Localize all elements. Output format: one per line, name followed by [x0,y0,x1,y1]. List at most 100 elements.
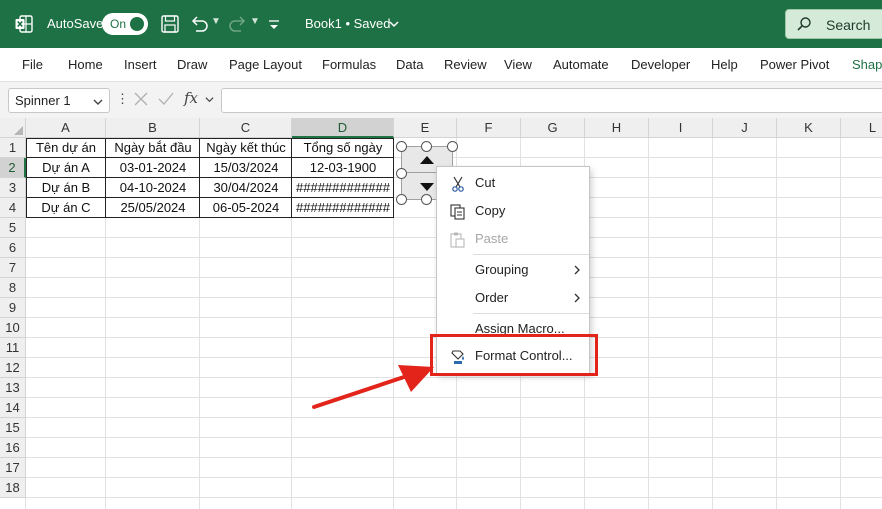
table-header-cell[interactable]: Tên dự án [26,138,106,158]
cancel-icon[interactable] [134,92,148,106]
redo-dropdown-icon[interactable]: ▼ [250,16,260,27]
tab-review[interactable]: Review [444,57,487,72]
resize-handle-bottom-left[interactable] [396,194,407,205]
autosave-label: AutoSave [47,16,104,31]
row-header-1[interactable]: 1 [0,138,26,158]
table-cell[interactable]: 12-03-1900 [292,158,394,178]
column-header-f[interactable]: F [457,118,521,138]
column-header-g[interactable]: G [521,118,585,138]
table-cell[interactable]: 04-10-2024 [106,178,200,198]
column-header-c[interactable]: C [200,118,292,138]
resize-handle-top-right[interactable] [447,141,458,152]
tab-file[interactable]: File [22,57,43,72]
tab-formulas[interactable]: Formulas [322,57,376,72]
table-header-cell[interactable]: Ngày kết thúc [200,138,292,158]
table-header-cell[interactable]: Tổng số ngày [292,138,394,158]
chevron-down-icon[interactable] [388,18,400,30]
select-all-triangle-icon [14,126,23,135]
menu-item-copy[interactable]: Copy [437,198,589,224]
resize-handle-bottom[interactable] [421,194,432,205]
row-header-14[interactable]: 14 [0,398,26,418]
search-icon [797,17,811,31]
table-cell[interactable]: Dự án C [26,198,106,218]
column-header-e[interactable]: E [394,118,457,138]
gridline-horizontal [26,437,882,438]
table-cell[interactable]: 06-05-2024 [200,198,292,218]
tab-automate[interactable]: Automate [553,57,609,72]
row-header-2[interactable]: 2 [0,158,26,178]
enter-icon[interactable] [158,92,174,106]
row-header-3[interactable]: 3 [0,178,26,198]
redo-icon[interactable] [227,13,249,35]
triangle-up-icon [420,156,434,164]
customize-toolbar-icon[interactable] [266,13,282,35]
row-header-11[interactable]: 11 [0,338,26,358]
row-header-12[interactable]: 12 [0,358,26,378]
table-border [199,138,200,218]
column-header-l[interactable]: L [841,118,882,138]
row-header-16[interactable]: 16 [0,438,26,458]
undo-icon[interactable] [188,13,210,35]
select-all-button[interactable] [0,118,26,138]
tab-draw[interactable]: Draw [177,57,207,72]
chevron-down-icon[interactable] [93,97,103,107]
column-header-b[interactable]: B [106,118,200,138]
column-header-j[interactable]: J [713,118,777,138]
table-cell[interactable]: Dự án B [26,178,106,198]
column-header-k[interactable]: K [777,118,841,138]
menu-item-order[interactable]: Order [437,285,589,311]
autosave-toggle[interactable]: On [102,13,148,35]
row-header-10[interactable]: 10 [0,318,26,338]
column-header-d[interactable]: D [292,118,394,138]
column-header-i[interactable]: I [649,118,713,138]
table-cell[interactable]: Dự án A [26,158,106,178]
menu-item-grouping[interactable]: Grouping [437,257,589,283]
title-bar: AutoSave On ▼ ▼ Book1 • Saved Search [0,0,882,48]
table-cell[interactable]: 03-01-2024 [106,158,200,178]
tab-view[interactable]: View [504,57,532,72]
table-cell[interactable]: 25/05/2024 [106,198,200,218]
tab-home[interactable]: Home [68,57,103,72]
row-header-17[interactable]: 17 [0,458,26,478]
column-header-a[interactable]: A [26,118,106,138]
ribbon-tabs: File Home Insert Draw Page Layout Formul… [0,48,882,82]
table-cell[interactable]: ############# [292,198,394,218]
chevron-down-icon[interactable] [205,95,214,104]
row-header-8[interactable]: 8 [0,278,26,298]
table-header-cell[interactable]: Ngày bắt đầu [106,138,200,158]
row-header-7[interactable]: 7 [0,258,26,278]
search-label: Search [826,17,871,33]
name-box[interactable]: Spinner 1 [8,88,110,113]
search-box[interactable]: Search [785,9,882,39]
tab-developer[interactable]: Developer [631,57,690,72]
table-cell[interactable]: 15/03/2024 [200,158,292,178]
save-icon[interactable] [159,13,181,35]
formula-input[interactable] [221,88,882,113]
document-title[interactable]: Book1 • Saved [305,16,391,31]
tab-data[interactable]: Data [396,57,423,72]
row-header-4[interactable]: 4 [0,198,26,218]
undo-dropdown-icon[interactable]: ▼ [211,16,221,27]
row-header-5[interactable]: 5 [0,218,26,238]
row-header-9[interactable]: 9 [0,298,26,318]
tab-page-layout[interactable]: Page Layout [229,57,302,72]
insert-function-button[interactable]: fx [184,89,198,107]
row-header-13[interactable]: 13 [0,378,26,398]
column-header-h[interactable]: H [585,118,649,138]
table-cell[interactable]: ############# [292,178,394,198]
menu-item-cut[interactable]: Cut [437,170,589,196]
tab-shape-format[interactable]: Shap [852,57,882,72]
more-options-icon[interactable]: ⋮ [116,91,129,107]
tab-help[interactable]: Help [711,57,738,72]
resize-handle-left[interactable] [396,168,407,179]
tab-power-pivot[interactable]: Power Pivot [760,57,829,72]
resize-handle-top[interactable] [421,141,432,152]
menu-separator [473,313,589,314]
row-header-18[interactable]: 18 [0,478,26,498]
tab-insert[interactable]: Insert [124,57,157,72]
row-header-15[interactable]: 15 [0,418,26,438]
table-cell[interactable]: 30/04/2024 [200,178,292,198]
row-header-6[interactable]: 6 [0,238,26,258]
menu-item-label: Paste [475,231,509,246]
resize-handle-top-left[interactable] [396,141,407,152]
